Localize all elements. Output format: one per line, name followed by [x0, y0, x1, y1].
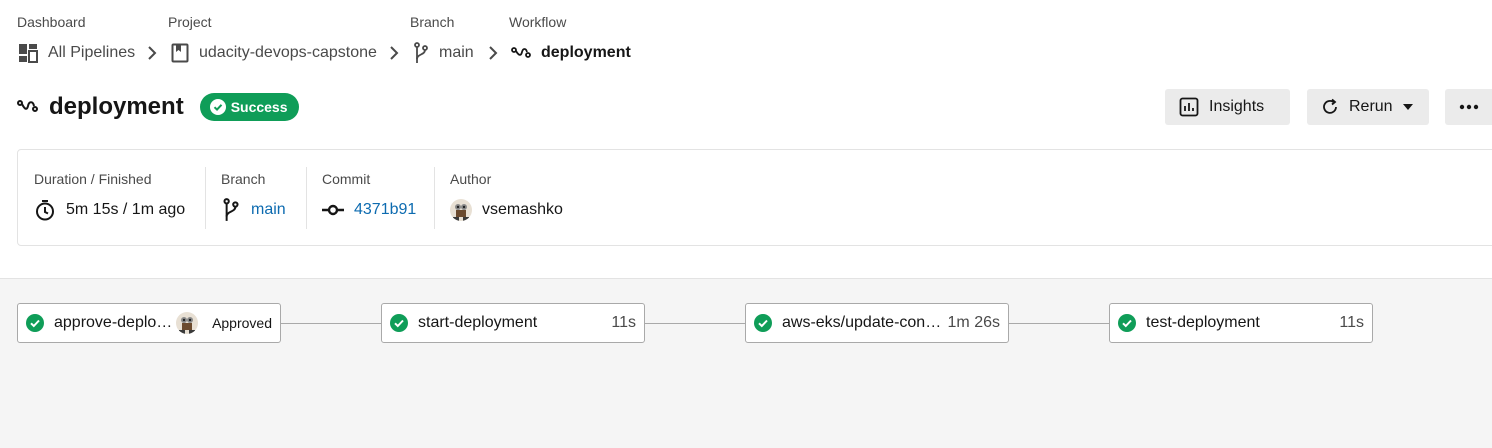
job-start-deployment[interactable]: start-deployment 11s — [381, 303, 645, 343]
duration-value: 5m 15s / 1m ago — [66, 201, 186, 218]
breadcrumb-workflow-value: deployment — [541, 44, 631, 61]
timer-icon — [36, 200, 54, 221]
job-connector — [1009, 323, 1109, 324]
rerun-button-label: Rerun — [1349, 98, 1393, 115]
approver-avatar — [176, 312, 199, 334]
author-label: Author — [450, 171, 492, 187]
breadcrumb-dashboard-link[interactable]: All Pipelines — [18, 42, 135, 64]
breadcrumb-workflow-label: Workflow — [509, 14, 567, 30]
breadcrumb-branch-link[interactable]: main — [413, 42, 474, 64]
chevron-right-icon — [145, 44, 159, 62]
branch-link[interactable]: main — [251, 201, 286, 219]
caret-down-icon — [1402, 104, 1413, 110]
check-circle-icon — [1118, 314, 1136, 332]
status-badge-label: Success — [230, 99, 288, 115]
divider — [306, 167, 307, 229]
insights-button[interactable]: Insights — [1165, 89, 1290, 125]
breadcrumb-dashboard: Dashboard All Pipelines — [17, 14, 135, 63]
avatar — [450, 199, 472, 221]
workflow-graph: approve-deploy... Approved start-deploym… — [0, 278, 1492, 448]
job-name: aws-eks/update-cont... — [782, 314, 942, 331]
status-badge: Success — [199, 93, 299, 121]
rerun-button[interactable]: Rerun — [1307, 89, 1429, 125]
job-name: test-deployment — [1146, 314, 1260, 331]
job-duration: 1m 26s — [947, 314, 1000, 331]
breadcrumb-project-label: Project — [168, 14, 212, 30]
job-approve-deploy[interactable]: approve-deploy... Approved — [17, 303, 281, 343]
workflow-icon — [17, 100, 38, 112]
workflow-info-panel: Duration / Finished 5m 15s / 1m ago Bran… — [17, 149, 1492, 246]
job-duration: 11s — [1339, 314, 1364, 331]
duration-label: Duration / Finished — [34, 171, 152, 187]
job-connector — [281, 323, 381, 324]
chart-icon — [1179, 97, 1199, 117]
breadcrumb-project-link[interactable]: udacity-devops-capstone — [171, 42, 377, 64]
more-horizontal-icon — [1459, 104, 1479, 110]
job-test-deployment[interactable]: test-deployment 11s — [1109, 303, 1373, 343]
breadcrumb-project-value: udacity-devops-capstone — [199, 44, 377, 61]
commit-icon — [322, 204, 344, 216]
commit-link[interactable]: 4371b91 — [354, 201, 416, 219]
breadcrumb-project: Project udacity-devops-capstone — [168, 14, 377, 63]
divider — [434, 167, 435, 229]
job-status: Approved — [212, 315, 272, 331]
bookmark-icon — [171, 43, 189, 63]
breadcrumb-dashboard-label: Dashboard — [17, 14, 86, 30]
job-connector — [645, 323, 745, 324]
chevron-right-icon — [387, 44, 401, 62]
git-branch-icon — [414, 42, 428, 63]
breadcrumb-branch: Branch main — [410, 14, 474, 63]
author-value: vsemashko — [482, 201, 563, 218]
check-circle-icon — [390, 314, 408, 332]
commit-label: Commit — [322, 171, 371, 187]
chevron-right-icon — [486, 44, 500, 62]
refresh-icon — [1323, 98, 1337, 114]
insights-button-label: Insights — [1209, 98, 1265, 115]
dashboard-icon — [19, 44, 38, 63]
breadcrumb-workflow: Workflow deployment — [509, 14, 631, 61]
check-circle-icon — [754, 314, 772, 332]
job-name: approve-deploy... — [54, 314, 177, 331]
breadcrumb-branch-value: main — [439, 44, 474, 61]
workflow-icon — [511, 47, 531, 58]
breadcrumb-dashboard-value: All Pipelines — [48, 44, 136, 61]
check-circle-icon — [209, 99, 226, 115]
more-options-button[interactable] — [1445, 89, 1492, 125]
breadcrumb-branch-label: Branch — [410, 14, 455, 30]
breadcrumb-workflow-link[interactable]: deployment — [511, 42, 631, 64]
job-duration: 11s — [611, 314, 636, 331]
page-header: deployment Success — [17, 92, 299, 122]
git-branch-icon — [223, 198, 239, 221]
divider — [205, 167, 206, 229]
branch-label: Branch — [221, 171, 266, 187]
job-aws-eks-update[interactable]: aws-eks/update-cont... 1m 26s — [745, 303, 1009, 343]
job-name: start-deployment — [418, 314, 538, 331]
check-circle-icon — [26, 314, 44, 332]
page-title: deployment — [49, 93, 184, 120]
